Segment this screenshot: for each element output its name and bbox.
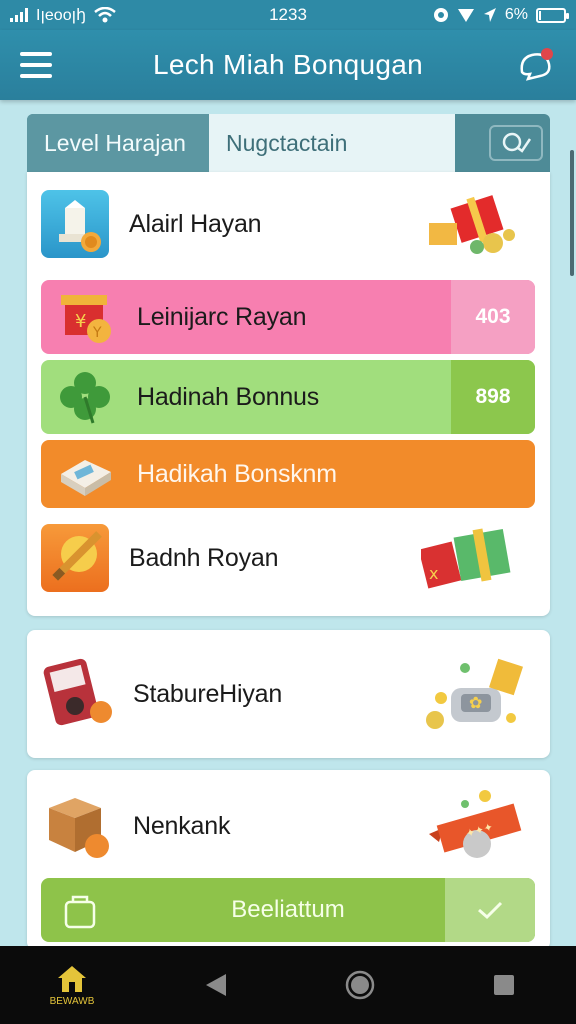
gift-coin-icon: ¥ Y bbox=[61, 295, 111, 343]
claim-button[interactable]: Beeliattum bbox=[41, 878, 535, 942]
app-bar: Lech Miah Bonqugan bbox=[0, 30, 576, 100]
nav-home-label: BEWAWB bbox=[49, 995, 95, 1007]
list-item-label: Alairl Hayan bbox=[129, 209, 262, 238]
wifi-small-icon bbox=[457, 9, 474, 22]
circle-home-icon bbox=[345, 970, 375, 1000]
nav-home-circle-button[interactable] bbox=[330, 955, 390, 1015]
lamp-icon bbox=[41, 190, 109, 258]
list-item-label: Nenkank bbox=[133, 811, 231, 840]
percent-badge: 898 bbox=[451, 360, 535, 434]
tab-label: Nugctactain bbox=[226, 129, 348, 156]
tab-level-harajan[interactable]: Level Harajan bbox=[27, 114, 209, 172]
list-item-nenkank[interactable]: Nenkank ✦✦✦ bbox=[41, 784, 535, 868]
tab-bar: Level Harajan Nugctactain bbox=[27, 114, 550, 172]
tab-label: Level Harajan bbox=[44, 129, 186, 156]
list-item-label: StabureHiyan bbox=[133, 679, 283, 708]
menu-button[interactable] bbox=[20, 52, 52, 78]
battery-fill bbox=[539, 10, 541, 20]
shopping-bag-icon bbox=[64, 895, 96, 929]
bonus-list-card: Alairl Hayan ¥ Y Leinijarc Rayan 403 Had… bbox=[27, 172, 550, 616]
list-item-label: Hadikah Bonsknm bbox=[137, 459, 337, 488]
device-icon bbox=[43, 658, 112, 726]
list-item-stabure-hiyan[interactable]: StabureHiyan ✿ bbox=[41, 652, 535, 736]
list-item-label: Hadinah Bonnus bbox=[137, 382, 320, 411]
list-item-hadikah-bonsknm[interactable]: Hadikah Bonsknm bbox=[41, 440, 535, 508]
nenkank-card: Nenkank ✦✦✦ Beeliattum bbox=[27, 770, 550, 950]
status-bar: Iꞁeooꞁꜧ 1233 6% bbox=[0, 0, 576, 30]
list-item-hadinah-bonnus[interactable]: Hadinah Bonnus 898 bbox=[41, 360, 535, 434]
svg-text:✿: ✿ bbox=[469, 693, 482, 712]
clover-icon bbox=[60, 372, 110, 424]
battery-icon bbox=[536, 7, 569, 23]
scrollbar[interactable] bbox=[570, 150, 574, 276]
menu-line bbox=[20, 52, 52, 56]
pencil-icon bbox=[41, 524, 109, 592]
recents-icon bbox=[494, 975, 514, 995]
menu-line bbox=[20, 74, 52, 78]
alarm-icon bbox=[433, 8, 448, 22]
search-box bbox=[489, 125, 543, 161]
search-icon bbox=[502, 132, 532, 153]
list-item-badnh-royan[interactable]: Badnh Royan x bbox=[41, 518, 535, 598]
signal-icon bbox=[10, 8, 28, 22]
notification-button[interactable] bbox=[516, 46, 556, 86]
red-gift-icon bbox=[429, 195, 515, 254]
back-icon bbox=[206, 974, 226, 996]
battery-label: 6% bbox=[504, 6, 528, 23]
home-icon bbox=[58, 965, 86, 992]
app-title: Lech Miah Bonqugan bbox=[152, 49, 424, 80]
cta-check-area bbox=[445, 878, 535, 942]
search-button[interactable] bbox=[482, 114, 550, 172]
claim-button-label: Beeliattum bbox=[231, 896, 345, 923]
carrier-label: Iꞁeooꞁꜧ bbox=[36, 7, 87, 24]
percent-badge: 403 bbox=[451, 280, 535, 354]
list-item-label: Badnh Royan bbox=[129, 543, 279, 572]
nav-recents-button[interactable] bbox=[474, 955, 534, 1015]
checkmark-icon bbox=[478, 901, 503, 920]
tab-nugctactain[interactable]: Nugctactain bbox=[209, 114, 455, 172]
wifi-icon bbox=[94, 7, 116, 23]
list-item-alairl-hayan[interactable]: Alairl Hayan bbox=[41, 184, 535, 264]
svg-text:x: x bbox=[429, 564, 438, 583]
status-left: Iꞁeooꞁꜧ bbox=[10, 5, 116, 25]
list-item-label: Leinijarc Rayan bbox=[137, 302, 307, 331]
robot-coins-icon: ✿ bbox=[426, 658, 523, 729]
nav-home-button[interactable]: BEWAWB bbox=[42, 955, 102, 1015]
svg-text:¥: ¥ bbox=[75, 311, 86, 332]
nav-back-button[interactable] bbox=[186, 955, 246, 1015]
status-right: 6% bbox=[433, 6, 569, 24]
list-item-leinijarc-rayan[interactable]: ¥ Y Leinijarc Rayan 403 bbox=[41, 280, 535, 354]
tray-icon bbox=[61, 460, 111, 496]
ribbon-badge-icon: ✦✦✦ bbox=[429, 790, 522, 858]
menu-line bbox=[20, 63, 52, 67]
chat-bell-icon bbox=[520, 48, 553, 81]
gift-stack-icon: x bbox=[421, 528, 511, 589]
box-icon bbox=[49, 798, 109, 858]
svg-text:Y: Y bbox=[92, 325, 102, 341]
system-nav-bar: BEWAWB bbox=[0, 946, 576, 1024]
location-icon bbox=[483, 8, 496, 22]
stabure-card[interactable]: StabureHiyan ✿ bbox=[27, 630, 550, 758]
